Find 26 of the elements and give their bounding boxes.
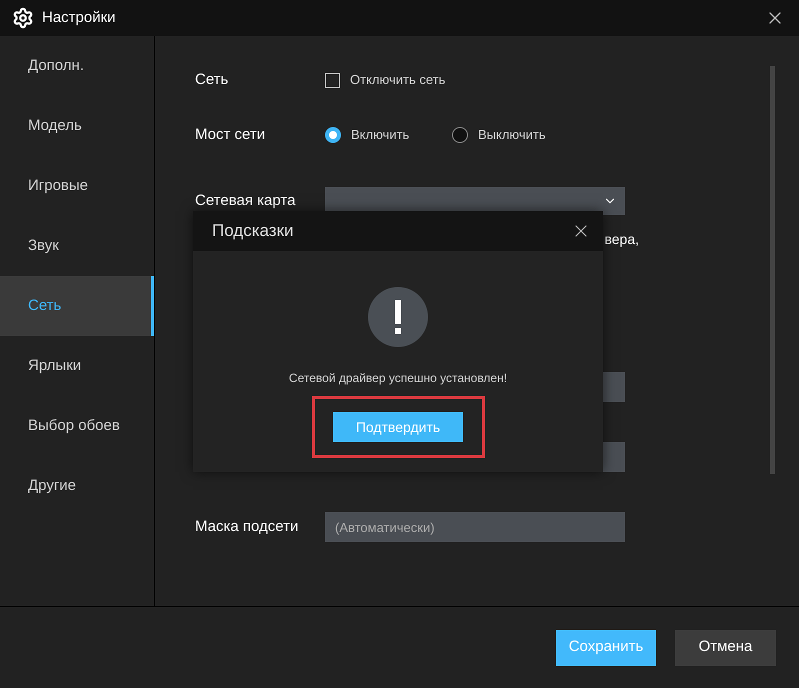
- scrollbar[interactable]: [770, 66, 775, 474]
- checkbox[interactable]: [325, 72, 340, 88]
- field-label: Маска подсети: [195, 516, 300, 537]
- sidebar-item[interactable]: Сеть: [0, 276, 154, 336]
- field-label: Сетевая карта: [195, 190, 296, 211]
- input-field[interactable]: (Автоматически): [325, 512, 625, 542]
- radio-button[interactable]: [325, 127, 341, 143]
- dialog-message: Сетевой драйвер успешно установлен!: [288, 370, 508, 387]
- field-label: Мост сети: [195, 124, 266, 145]
- description-text: вера,: [604, 230, 639, 249]
- settings-icon: [12, 7, 34, 29]
- checkbox-label: Отключить сеть: [350, 71, 446, 90]
- cancel-button[interactable]: Отмена: [675, 630, 776, 666]
- sidebar-item[interactable]: Выбор обоев: [0, 396, 154, 456]
- radio-label: Выключить: [478, 126, 546, 144]
- field-label: Сеть: [195, 70, 230, 90]
- radio-button[interactable]: [452, 127, 468, 143]
- sidebar-item[interactable]: Дополн.: [0, 36, 154, 96]
- sidebar-item[interactable]: Модель: [0, 96, 154, 156]
- sidebar-item[interactable]: Звук: [0, 216, 154, 276]
- sidebar-item[interactable]: Другие: [0, 456, 154, 516]
- dialog-title: Подсказки: [212, 220, 294, 242]
- radio-label: Включить: [351, 126, 410, 144]
- sidebar-item[interactable]: Игровые: [0, 156, 154, 216]
- window-title: Настройки: [42, 8, 116, 28]
- sidebar-item[interactable]: Ярлыки: [0, 336, 154, 396]
